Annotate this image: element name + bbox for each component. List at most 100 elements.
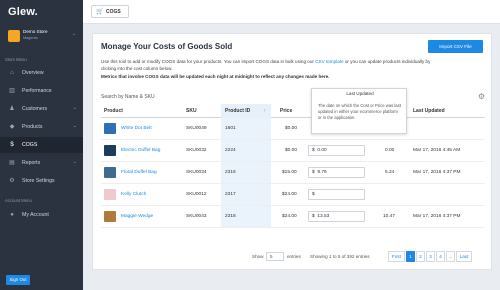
tooltip-body: The date on which the Cost or Price was …: [318, 103, 401, 120]
sidebar-item-label: Reports: [22, 160, 41, 166]
user-icon: ♟: [9, 106, 15, 112]
csv-template-link[interactable]: CSV template: [315, 59, 343, 64]
sidebar-item-reports[interactable]: ▤ Reports ⌄: [0, 155, 83, 171]
cost-input[interactable]: $ 9.76: [308, 167, 365, 178]
page-2[interactable]: 2: [416, 251, 425, 262]
last-updated-cell: Mar 17, 2016 4:37 PM: [413, 214, 461, 219]
price-cell: $0.00: [285, 126, 298, 131]
account-menu-label: Account Menu: [5, 198, 32, 203]
chart-icon: ▥: [9, 88, 15, 94]
store-thumbnail: [8, 30, 20, 42]
report-icon: ▤: [9, 160, 15, 166]
sort-ascending-icon: ↑: [263, 108, 267, 114]
column-header-price[interactable]: Price: [280, 108, 292, 114]
page-title: Monage Your Costs of Goods Sold: [101, 42, 233, 51]
cost-input[interactable]: $: [308, 189, 365, 200]
sku-cell: SKU0032: [186, 148, 207, 153]
table-footer: Show 5 entries Showing 1 to 5 of 392 ent…: [0, 250, 500, 270]
table-header: Product SKU Product ID ↑ Price Last Upda…: [101, 104, 485, 118]
column-header-label: Product ID: [225, 108, 251, 114]
breadcrumb-label: COGS: [106, 9, 121, 15]
column-header-product[interactable]: Product: [104, 108, 123, 114]
price-cell: $0.00: [285, 148, 298, 153]
store-switcher[interactable]: Demo Store Magento ⌄: [6, 28, 80, 46]
breadcrumb[interactable]: 🛒 COGS: [91, 5, 129, 18]
sidebar-item-label: Products: [22, 124, 43, 130]
account-icon: ●: [10, 212, 14, 218]
page-4[interactable]: 4: [436, 251, 445, 262]
gear-icon: ⚙: [9, 178, 15, 184]
product-thumbnail: [104, 189, 116, 200]
tooltip-title: Last Updated: [346, 91, 374, 96]
product-id-cell: 2224: [225, 148, 236, 153]
top-bar: 🛒 COGS: [83, 0, 500, 24]
table-row[interactable]: Kelly Clutch SKU0012 2317 $24.00 $: [101, 184, 485, 206]
column-header-product-id[interactable]: Product ID ↑: [221, 104, 271, 118]
table-row[interactable]: Electric Duffel Bag SKU0032 2224 $0.00 $…: [101, 140, 485, 162]
entries-label: entries: [287, 254, 301, 259]
cost-input[interactable]: $ 0.00: [308, 145, 365, 156]
sidebar-item-my-account[interactable]: ● My Account: [0, 207, 83, 223]
last-updated-tooltip: Last Updated The date on which the Cost …: [311, 88, 407, 134]
product-id-cell: 1601: [225, 126, 236, 131]
sidebar-item-label: My Account: [22, 212, 49, 218]
sku-cell: SKU0012: [186, 192, 207, 197]
cost-value: 9.76: [317, 170, 327, 175]
last-updated-cell: Mar 17, 2016 4:37 PM: [413, 170, 461, 175]
page-3[interactable]: 3: [426, 251, 435, 262]
price-cell: $24.00: [282, 192, 297, 197]
chevron-down-icon: ⌄: [72, 123, 77, 129]
table-row[interactable]: Floral Duffel Bag SKU0034 2316 $15.00 $ …: [101, 162, 485, 184]
sidebar-item-store-settings[interactable]: ⚙ Store Settings: [0, 173, 83, 189]
page-last[interactable]: Last: [456, 251, 472, 262]
product-thumbnail: [104, 145, 116, 156]
sidebar: Glew. Demo Store Magento ⌄ Store Menu ⌂ …: [0, 0, 83, 290]
gear-icon[interactable]: ⚙: [478, 92, 485, 101]
chevron-down-icon: ⌄: [72, 105, 77, 111]
sidebar-item-overview[interactable]: ⌂ Overview: [0, 65, 83, 81]
page-1[interactable]: 1: [406, 251, 415, 262]
chevron-down-icon: ⌄: [72, 159, 77, 165]
dollar-icon: $: [10, 142, 14, 148]
column-header-sku[interactable]: SKU: [186, 108, 197, 114]
price-cell: $15.00: [282, 170, 297, 175]
cost-value: 0.00: [317, 148, 327, 153]
product-name-link[interactable]: Floral Duffel Bag: [121, 170, 157, 175]
description-text: Use this tool to add or modify COGS data…: [101, 59, 314, 64]
cogs-card: Monage Your Costs of Goods Sold Import C…: [92, 33, 492, 270]
page-first[interactable]: First: [388, 251, 405, 262]
search-input[interactable]: Search by Name & SKU: [101, 94, 251, 104]
sku-cell: SKU0043: [186, 214, 207, 219]
profit-cell: 5.24: [385, 170, 395, 175]
table-row[interactable]: White Dot Belt SKU0049 1601 $0.00: [101, 118, 485, 140]
cost-input[interactable]: $ 13.53: [308, 211, 365, 222]
sidebar-item-performance[interactable]: ▥ Performance: [0, 83, 83, 99]
product-name-link[interactable]: Electric Duffel Bag: [121, 148, 160, 153]
page-size-select[interactable]: 5: [266, 252, 284, 261]
sign-out-button[interactable]: Sign Out: [6, 275, 30, 285]
product-thumbnail: [104, 211, 116, 222]
description-note: Metrics that involve COGS data will be u…: [101, 74, 330, 79]
home-icon: ⌂: [10, 70, 14, 76]
description: Use this tool to add or modify COGS data…: [101, 58, 431, 72]
sidebar-item-customers[interactable]: ♟ Customers ⌄: [0, 101, 83, 117]
product-thumbnail: [104, 167, 116, 178]
product-name-link[interactable]: Kelly Clutch: [121, 192, 146, 197]
product-name-link[interactable]: White Dot Belt: [121, 126, 152, 131]
showing-summary: Showing 1 to 5 of 392 entries: [310, 254, 370, 259]
column-header-last-updated[interactable]: Last Updated: [413, 108, 445, 114]
sidebar-item-cogs[interactable]: $ COGS: [0, 137, 83, 153]
sidebar-item-label: Store Settings: [22, 178, 55, 184]
product-id-cell: 2316: [225, 170, 236, 175]
store-platform: Magento: [23, 36, 38, 40]
cost-value: 13.53: [317, 214, 330, 219]
product-name-link[interactable]: Maggie Wedge: [121, 214, 153, 219]
store-menu-label: Store Menu: [5, 57, 27, 62]
sidebar-item-products[interactable]: ◆ Products ⌄: [0, 119, 83, 135]
import-csv-button[interactable]: Import CSV File: [428, 40, 483, 53]
last-updated-cell: Mar 17, 2016 4:45 AM: [413, 148, 461, 153]
sidebar-item-label: Overview: [22, 70, 44, 76]
table-row[interactable]: Maggie Wedge SKU0043 2318 $24.00 $ 13.53…: [101, 206, 485, 228]
chevron-down-icon: ⌄: [71, 31, 76, 37]
tag-icon: ◆: [9, 124, 15, 130]
